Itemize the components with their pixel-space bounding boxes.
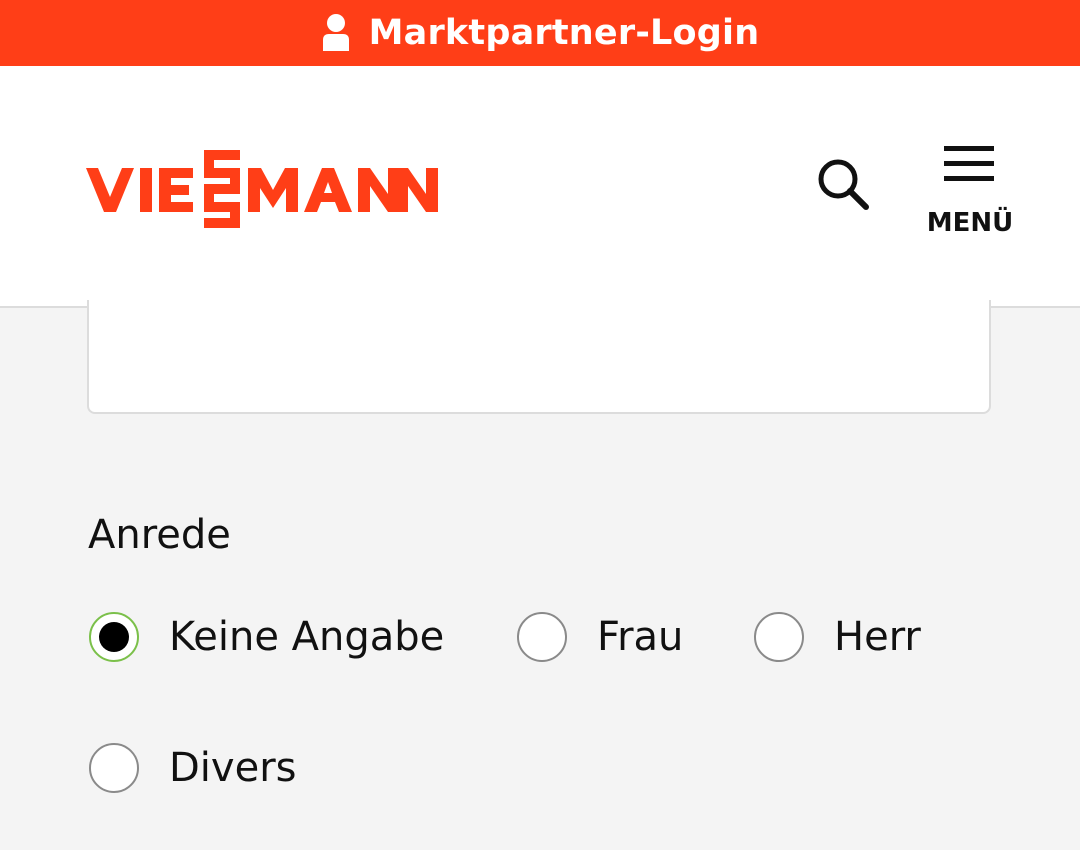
radio-label: Frau xyxy=(597,614,684,660)
menu-button[interactable]: MENÜ xyxy=(920,140,1020,240)
radio-label: Keine Angabe xyxy=(169,614,445,660)
radio-button[interactable] xyxy=(89,743,139,793)
radio-option-herr[interactable]: Herr xyxy=(754,612,921,662)
anrede-label: Anrede xyxy=(88,512,231,558)
menu-label: MENÜ xyxy=(926,208,1014,238)
radio-button[interactable] xyxy=(754,612,804,662)
radio-button-selected[interactable] xyxy=(89,612,139,662)
radio-option-keine-angabe[interactable]: Keine Angabe xyxy=(89,612,444,662)
radio-option-divers[interactable]: Divers xyxy=(89,743,296,793)
user-icon xyxy=(321,13,351,53)
marktpartner-login-bar[interactable]: Marktpartner-Login xyxy=(0,0,1080,66)
radio-label: Herr xyxy=(834,614,921,660)
radio-label: Divers xyxy=(169,745,297,791)
hamburger-menu-icon xyxy=(944,144,994,184)
search-icon xyxy=(812,159,876,220)
login-link-label: Marktpartner-Login xyxy=(368,13,760,53)
search-button[interactable] xyxy=(812,152,876,216)
text-area-field[interactable] xyxy=(87,300,991,414)
radio-button[interactable] xyxy=(517,612,567,662)
radio-checked-dot xyxy=(99,622,129,652)
radio-option-frau[interactable]: Frau xyxy=(517,612,683,662)
viessmann-logo[interactable] xyxy=(86,150,438,228)
site-header: MENÜ xyxy=(0,66,1080,308)
